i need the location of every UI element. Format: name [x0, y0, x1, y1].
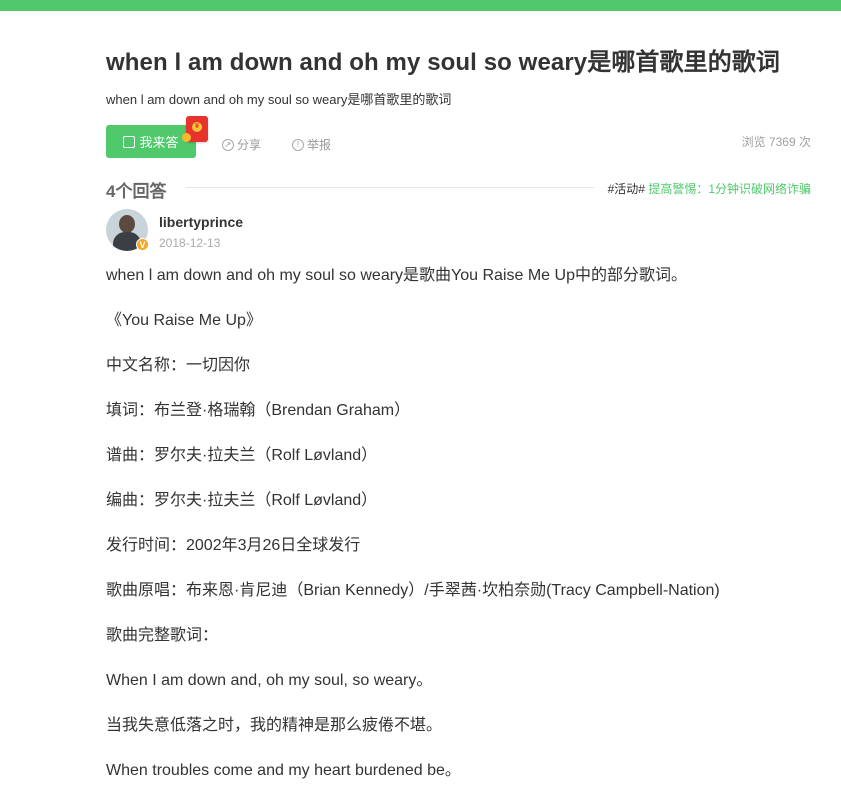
share-label: 分享	[237, 138, 262, 152]
activity-tag: #活动#	[607, 182, 645, 196]
question-description: when l am down and oh my soul so weary是哪…	[106, 92, 452, 107]
answer-date: 2018-12-13	[159, 236, 221, 250]
coin-icon: ¥	[192, 122, 202, 132]
answer-paragraph: 《You Raise Me Up》	[106, 312, 262, 329]
report-label: 举报	[307, 138, 332, 152]
edit-icon	[123, 135, 136, 148]
answer-paragraph: 歌曲原唱：布来恩·肯尼迪（Brian Kennedy）/手翠茜·坎柏奈勋(Tra…	[106, 582, 720, 599]
report-button[interactable]: ! 举报	[292, 136, 331, 153]
answer-paragraph: 谱曲：罗尔夫·拉夫兰（Rolf Løvland）	[106, 447, 378, 464]
answer-paragraph: When troubles come and my heart burdened…	[106, 762, 461, 779]
top-accent-bar	[0, 0, 841, 11]
answer-button-label: 我来答	[139, 135, 179, 150]
view-count: 浏览 7369 次	[741, 135, 811, 149]
answer-paragraph: when l am down and oh my soul so weary是歌…	[106, 267, 687, 284]
answer-button[interactable]: 我来答	[106, 125, 196, 158]
coin-icon-small	[182, 133, 191, 142]
share-icon: ↗	[222, 138, 234, 151]
section-divider	[186, 187, 594, 188]
report-icon: !	[292, 138, 304, 151]
answer-username[interactable]: libertyprince	[159, 214, 243, 230]
red-packet-icon[interactable]: ¥	[182, 116, 208, 142]
answer-paragraph: 填词：布兰登·格瑞翰（Brendan Graham）	[106, 402, 411, 419]
question-title: when l am down and oh my soul so weary是哪…	[106, 49, 781, 76]
verified-badge-icon: V	[136, 238, 149, 251]
answer-paragraph: 编曲：罗尔夫·拉夫兰（Rolf Løvland）	[106, 492, 378, 509]
answer-count: 4个回答	[106, 182, 167, 201]
share-button[interactable]: ↗ 分享	[222, 136, 261, 153]
answer-paragraph: When I am down and, oh my soul, so weary…	[106, 672, 433, 689]
activity-link[interactable]: 提高警惕：1分钟识破网络诈骗	[648, 182, 811, 196]
activity-banner[interactable]: #活动# 提高警惕：1分钟识破网络诈骗	[608, 180, 811, 197]
answer-paragraph: 发行时间：2002年3月26日全球发行	[106, 537, 361, 554]
answer-paragraph: 中文名称：一切因你	[106, 357, 251, 374]
answer-body: when l am down and oh my soul so weary是歌…	[106, 265, 826, 798]
answer-paragraph: 当我失意低落之时，我的精神是那么疲倦不堪。	[106, 717, 443, 734]
answer-paragraph: 歌曲完整歌词：	[106, 627, 219, 644]
